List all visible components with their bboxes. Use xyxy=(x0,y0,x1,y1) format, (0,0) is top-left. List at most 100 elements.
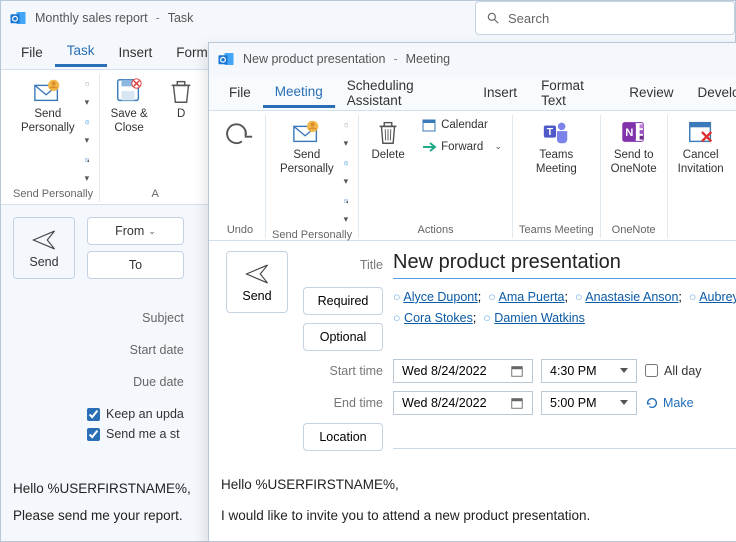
help-dropdown-2[interactable]: ?▾ xyxy=(344,153,349,189)
allday-check[interactable] xyxy=(645,364,658,377)
meeting-titlebar[interactable]: New product presentation - Meeting xyxy=(209,43,736,76)
send-button-back[interactable]: Send xyxy=(13,217,75,279)
all-day-checkbox[interactable]: All day xyxy=(645,364,702,378)
end-date-value: Wed 8/24/2022 xyxy=(402,396,487,410)
end-time-picker[interactable]: 5:00 PM xyxy=(541,391,637,415)
attendee-3[interactable]: Anastasie Anson xyxy=(585,290,678,304)
mail-gear-icon xyxy=(344,199,349,204)
ribbon-stack-2: ▾ ?▾ ▾ xyxy=(344,115,349,227)
outlook-icon xyxy=(9,9,27,27)
task-titlebar[interactable]: Monthly sales report - Task Search xyxy=(1,1,735,35)
due-date-label: Due date xyxy=(133,375,184,389)
title-sep: - xyxy=(156,11,160,25)
status-icon: ○ xyxy=(575,290,583,304)
required-button[interactable]: Required xyxy=(303,287,383,315)
chevron-down-icon xyxy=(620,400,628,405)
meeting-body[interactable]: Hello %USERFIRSTNAME%, I would like to i… xyxy=(221,451,736,531)
start-time-picker[interactable]: 4:30 PM xyxy=(541,359,637,383)
search-icon xyxy=(486,11,500,25)
forward-button[interactable]: Forward ⌄ xyxy=(417,137,506,157)
menu-insert-2[interactable]: Insert xyxy=(471,79,529,106)
menu-task[interactable]: Task xyxy=(55,37,107,67)
outlook-icon xyxy=(217,50,235,68)
status-icon: ○ xyxy=(488,290,496,304)
menu-meeting[interactable]: Meeting xyxy=(263,78,335,108)
from-button[interactable]: From⌄ xyxy=(87,217,184,245)
delete-button[interactable]: Delete xyxy=(365,115,411,165)
start-date-picker[interactable]: Wed 8/24/2022 xyxy=(393,359,533,383)
status-icon: ○ xyxy=(689,290,697,304)
subject-label: Subject xyxy=(142,311,184,325)
body-line-2: I would like to invite you to attend a n… xyxy=(221,500,736,531)
attendee-4[interactable]: Aubrey xyxy=(699,290,736,304)
recur-icon xyxy=(645,396,659,410)
ribbon-group-onenote: N Send to OneNote OneNote xyxy=(601,115,668,238)
send-personally-button[interactable]: Send Personally xyxy=(17,74,79,138)
group-onenote-label: OneNote xyxy=(612,222,656,238)
attendee-2[interactable]: Ama Puerta xyxy=(499,290,565,304)
delete-label: Delete xyxy=(371,149,404,163)
menu-format-text[interactable]: Format Text xyxy=(529,72,617,114)
menu-sched-assist[interactable]: Scheduling Assistant xyxy=(335,72,472,114)
search-placeholder: Search xyxy=(508,11,549,26)
attendee-1[interactable]: Alyce Dupont xyxy=(403,290,477,304)
optional-button[interactable]: Optional xyxy=(303,323,383,351)
calendar-icon xyxy=(421,117,437,133)
teams-meeting-button[interactable]: T Teams Meeting xyxy=(532,115,581,179)
status-icon: ○ xyxy=(393,311,401,325)
save-close-label: Save & Close xyxy=(111,108,148,136)
delete-icon xyxy=(166,76,196,106)
calendar-button[interactable]: Calendar xyxy=(417,115,506,135)
group-undo-label: Undo xyxy=(227,222,253,238)
to-button[interactable]: To xyxy=(87,251,184,279)
allday-label: All day xyxy=(664,364,702,378)
trash-icon xyxy=(373,117,403,147)
attendee-5[interactable]: Cora Stokes xyxy=(404,311,473,325)
help-dropdown[interactable]: ?▾ xyxy=(85,112,90,148)
cancel-label: Cancel Invitation xyxy=(678,149,724,177)
title-label: Title xyxy=(303,258,383,272)
ribbon-group-actions: Save & Close D A xyxy=(100,74,210,202)
meeting-menu: File Meeting Scheduling Assistant Insert… xyxy=(209,76,736,110)
search-box[interactable]: Search xyxy=(475,1,735,35)
menu-file[interactable]: File xyxy=(9,39,55,66)
meeting-title-doc: New product presentation xyxy=(243,52,385,66)
ribbon-stack-dropdowns: ▾ ?▾ ▾ xyxy=(85,74,90,186)
save-close-button[interactable]: Save & Close xyxy=(106,74,152,138)
required-attendees[interactable]: ○ Alyce Dupont; ○ Ama Puerta; ○ Anastasi… xyxy=(393,287,736,330)
sp-label-2: Send Personally xyxy=(280,149,334,177)
menu-insert[interactable]: Insert xyxy=(107,39,165,66)
keep-check[interactable] xyxy=(87,408,100,421)
end-date-picker[interactable]: Wed 8/24/2022 xyxy=(393,391,533,415)
onenote-button[interactable]: N Send to OneNote xyxy=(607,115,661,179)
group-teams-label: Teams Meeting xyxy=(519,222,594,238)
onenote-label: Send to OneNote xyxy=(611,149,657,177)
mail-settings-dropdown-2[interactable]: ▾ xyxy=(344,191,349,227)
cancel-invitation-button[interactable]: Cancel Invitation xyxy=(674,115,728,179)
undo-button[interactable] xyxy=(221,115,259,149)
menu-review[interactable]: Review xyxy=(617,79,685,106)
send-label-2: Send xyxy=(242,289,271,303)
calendar-label: Calendar xyxy=(441,119,488,131)
location-button[interactable]: Location xyxy=(303,423,383,451)
clipboard-dropdown-2[interactable]: ▾ xyxy=(344,115,349,151)
make-recurring-button[interactable]: Make xyxy=(645,396,694,410)
sendme-label: Send me a st xyxy=(106,427,180,441)
help-icon: ? xyxy=(85,120,90,125)
location-input[interactable] xyxy=(393,423,736,449)
clipboard-dropdown[interactable]: ▾ xyxy=(85,74,90,110)
title-input[interactable]: New product presentation xyxy=(393,251,736,279)
menu-file-2[interactable]: File xyxy=(217,79,263,106)
keep-updated-checkbox[interactable]: Keep an upda xyxy=(87,407,184,421)
sendme-check[interactable] xyxy=(87,428,100,441)
ribbon-group-send-personally-2: Send Personally ▾ ?▾ ▾ Send Personally xyxy=(266,115,359,238)
from-label: From xyxy=(115,224,144,238)
attendee-6[interactable]: Damien Watkins xyxy=(494,311,585,325)
send-button-front[interactable]: Send xyxy=(226,251,288,313)
send-me-checkbox[interactable]: Send me a st xyxy=(87,427,184,441)
menu-developer[interactable]: Develop xyxy=(685,79,736,106)
status-icon: ○ xyxy=(483,311,491,325)
mail-settings-dropdown[interactable]: ▾ xyxy=(85,150,90,186)
send-personally-button-2[interactable]: Send Personally xyxy=(276,115,338,179)
delete-button-back[interactable]: D xyxy=(158,74,204,124)
